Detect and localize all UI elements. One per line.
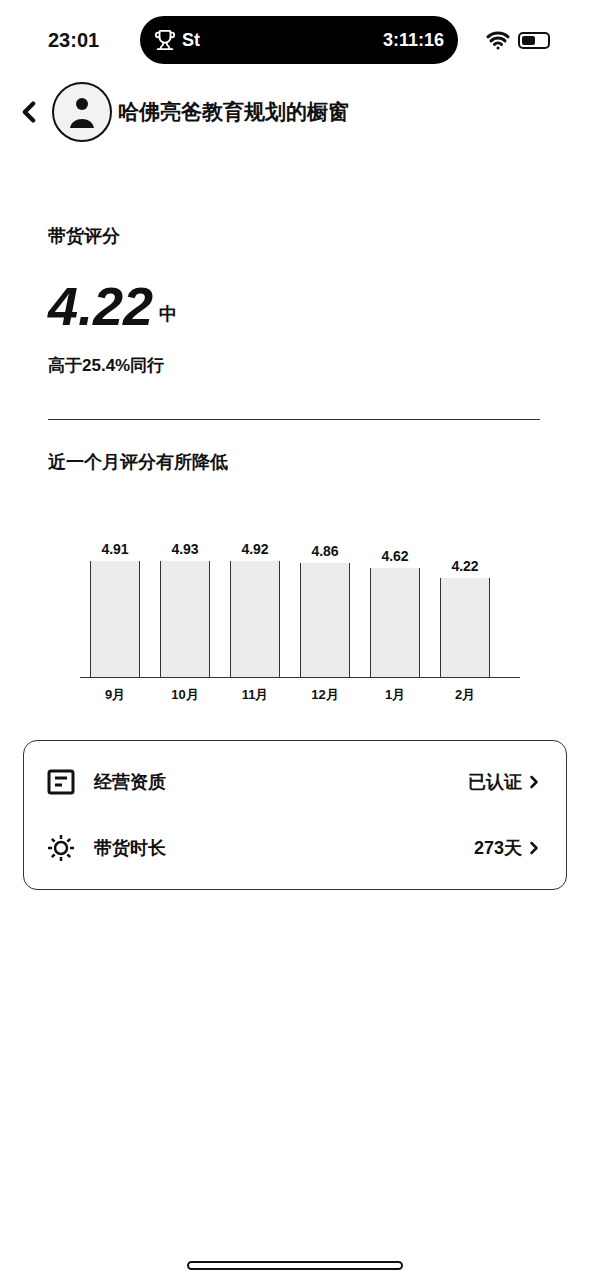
chart-bar	[160, 561, 210, 677]
info-value: 273天	[474, 836, 544, 860]
bar-value: 4.22	[451, 558, 478, 574]
status-time: 23:01	[48, 29, 112, 52]
bar-value: 4.92	[241, 541, 268, 557]
info-card: 经营资质已认证带货时长 273天	[23, 740, 567, 890]
island-label: St	[182, 30, 200, 51]
info-value: 已认证	[468, 770, 544, 794]
chart-bar	[440, 578, 490, 677]
wifi-icon	[486, 28, 510, 52]
score-compare: 高于25.4%同行	[48, 354, 542, 377]
content: 带货评分4.22中高于25.4%同行近一个月评分有所降低4.914.934.92…	[0, 144, 590, 704]
back-icon[interactable]	[12, 95, 46, 129]
info-row[interactable]: 经营资质已认证	[46, 749, 544, 815]
bar-column: 4.92	[220, 518, 290, 677]
chart-bar	[300, 563, 350, 677]
month-label: 12月	[290, 678, 360, 704]
score-label: 带货评分	[48, 224, 542, 248]
chart-bar	[230, 561, 280, 677]
island-activity: St	[154, 29, 200, 51]
score-row: 4.22中	[48, 276, 542, 336]
bar-column: 4.86	[290, 518, 360, 677]
avatar[interactable]	[52, 82, 112, 142]
bar-column: 4.62	[360, 518, 430, 677]
score-chart: 4.91 4.93 4.92 4.86 4.62 4.22 9月10月11月12月1月2月	[80, 518, 520, 704]
island-timer: 3:11:16	[383, 30, 444, 51]
info-label: 带货时长	[94, 836, 456, 860]
license-icon	[46, 767, 76, 797]
dynamic-island[interactable]: St 3:11:16	[140, 16, 458, 64]
chevron-right-icon	[524, 838, 544, 858]
bar-column: 4.91	[80, 518, 150, 677]
month-label: 10月	[150, 678, 220, 704]
chevron-right-icon	[524, 772, 544, 792]
bar-value: 4.93	[171, 541, 198, 557]
score-value: 4.22	[48, 276, 153, 336]
chart-bar	[370, 568, 420, 677]
header: 哈佛亮爸教育规划的橱窗	[0, 80, 590, 144]
info-row[interactable]: 带货时长 273天	[46, 815, 544, 881]
person-icon	[62, 92, 102, 132]
battery-icon	[518, 32, 550, 49]
bar-value: 4.62	[381, 548, 408, 564]
month-label: 2月	[430, 678, 500, 704]
duration-icon	[46, 833, 76, 863]
chart-bars: 4.91 4.93 4.92 4.86 4.62 4.22	[80, 518, 520, 678]
month-label: 9月	[80, 678, 150, 704]
chart-axis: 9月10月11月12月1月2月	[80, 678, 520, 704]
chart-title: 近一个月评分有所降低	[48, 450, 542, 474]
bar-column: 4.22	[430, 518, 500, 677]
info-label: 经营资质	[94, 770, 450, 794]
status-bar: 23:01 St 3:11:16	[0, 0, 590, 80]
score-grade: 中	[159, 302, 177, 336]
trophy-icon	[154, 29, 176, 51]
page-title: 哈佛亮爸教育规划的橱窗	[118, 98, 349, 126]
divider	[48, 419, 540, 420]
home-indicator[interactable]	[187, 1261, 403, 1270]
bar-column: 4.93	[150, 518, 220, 677]
bar-value: 4.91	[101, 541, 128, 557]
status-icons	[486, 28, 550, 52]
month-label: 1月	[360, 678, 430, 704]
chart-bar	[90, 561, 140, 677]
page: 23:01St3:11:16哈佛亮爸教育规划的橱窗带货评分4.22中高于25.4…	[0, 0, 590, 1280]
bar-value: 4.86	[311, 543, 338, 559]
month-label: 11月	[220, 678, 290, 704]
